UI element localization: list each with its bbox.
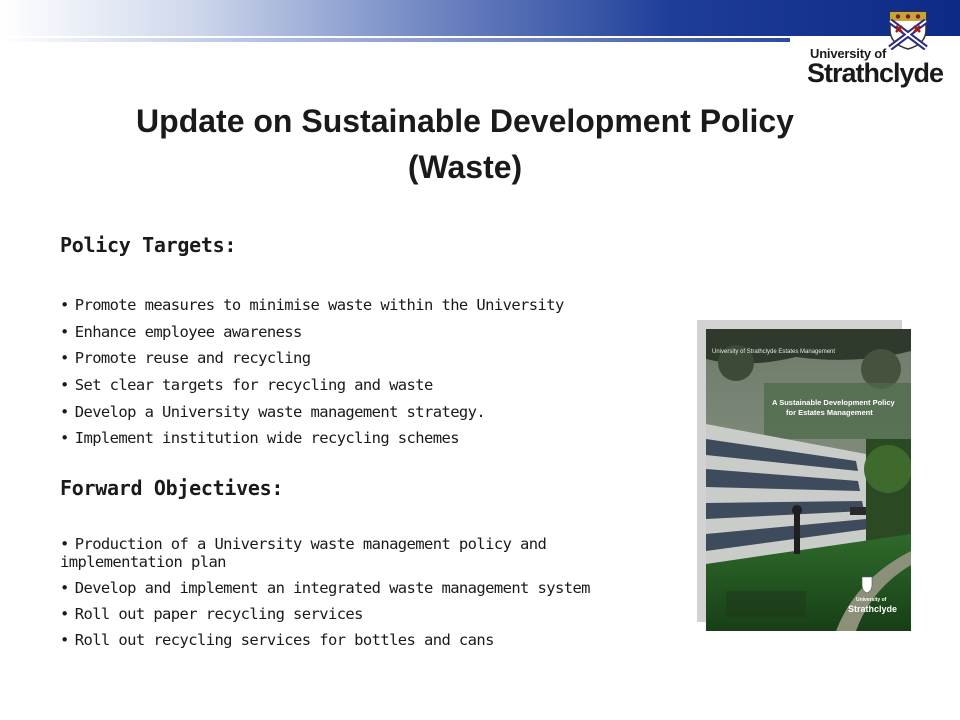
crest-icon: [888, 11, 928, 50]
bullet-icon: •: [60, 631, 69, 649]
bullet-icon: •: [60, 349, 69, 368]
title-line1: Update on Sustainable Development Policy: [136, 103, 794, 139]
forward-objectives-heading: Forward Objectives:: [60, 476, 284, 500]
policy-cover-image: University of Strathclyde Estates Manage…: [706, 329, 911, 631]
list-item: • Roll out paper recycling services: [60, 605, 363, 623]
list-item: • Implement institution wide recycling sc…: [60, 429, 460, 448]
cover-title-line1: A Sustainable Development Policy: [772, 398, 896, 407]
list-item: • Promote reuse and recycling: [60, 349, 311, 368]
policy-targets-list: • Promote measures to minimise waste with…: [60, 296, 660, 456]
title-line2: (Waste): [407, 149, 523, 185]
bullet-icon: •: [60, 579, 69, 597]
list-item: • Enhance employee awareness: [60, 322, 302, 341]
bullet-icon: •: [60, 296, 69, 314]
cover-footer-line2: Strathclyde: [848, 604, 897, 614]
cover-title-line2: for Estates Management: [786, 408, 873, 417]
list-item: • Set clear targets for recycling and was…: [60, 376, 433, 395]
slide-title: Update on Sustainable Development Policy…: [60, 98, 870, 190]
list-item: • Roll out recycling services for bottles…: [60, 631, 494, 649]
list-item: • Develop a University waste management s…: [60, 402, 486, 421]
bullet-icon: •: [60, 429, 69, 448]
forward-objectives-list: • Production of a University waste manage…: [60, 535, 660, 654]
logo-line2: Strathclyde: [807, 58, 944, 88]
banner-underline: [0, 38, 790, 42]
cover-header-text: University of Strathclyde Estates Manage…: [712, 349, 835, 355]
cover-footer-line1: University of: [856, 597, 887, 603]
list-item: • Develop and implement an integrated was…: [60, 579, 591, 597]
list-item: • Promote measures to minimise waste with…: [60, 296, 564, 314]
bullet-icon: •: [60, 535, 69, 553]
bullet-icon: •: [60, 605, 69, 623]
bullet-icon: •: [60, 402, 69, 421]
university-logo: University of Strathclyde: [802, 10, 952, 94]
bullet-icon: •: [60, 322, 69, 341]
cover-crest-icon: [861, 576, 873, 594]
bullet-icon: •: [60, 376, 69, 395]
list-item: • Production of a University waste manage…: [60, 535, 547, 571]
policy-targets-heading: Policy Targets:: [60, 233, 237, 257]
